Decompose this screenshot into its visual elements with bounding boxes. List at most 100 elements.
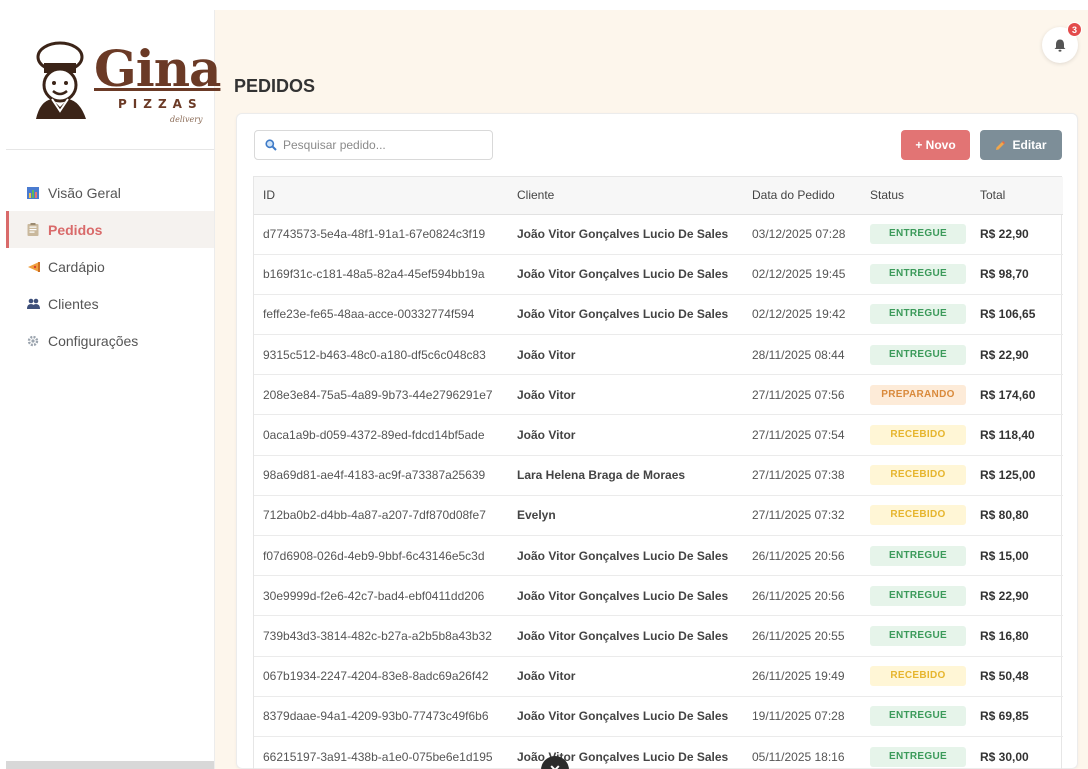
client-name-cell: Evelyn [508,495,743,537]
table-row[interactable]: b169f31c-c181-48a5-82a4-45ef594bb19a João… [254,254,1063,295]
column-header-date[interactable]: Data do Pedido [743,177,861,215]
order-id-cell: 0aca1a9b-d059-4372-89ed-fdcd14bf5ade [254,414,508,456]
order-date-cell: 03/12/2025 07:28 [743,214,861,255]
status-cell: ENTREGUE [861,214,971,255]
sidebar-item-cardapio[interactable]: Cardápio [6,248,214,285]
status-cell: ENTREGUE [861,294,971,336]
status-cell: ENTREGUE [861,696,971,737]
order-date-cell: 19/11/2025 07:28 [743,696,861,737]
sidebar-item-visao-geral[interactable]: Visão Geral [6,174,214,211]
order-date-cell: 27/11/2025 07:38 [743,455,861,496]
table-row[interactable]: 067b1934-2247-4204-83e8-8adc69a26f42 João… [254,656,1063,697]
sidebar-item-label: Configurações [48,332,139,349]
status-cell: ENTREGUE [861,254,971,295]
table-row[interactable]: 712ba0b2-d4bb-4a87-a207-7df870d08fe7 Evel… [254,495,1063,537]
order-total-cell: R$ 22,90 [971,214,1063,255]
notifications-button[interactable]: 3 [1042,22,1082,63]
order-id-cell: 067b1934-2247-4204-83e8-8adc69a26f42 [254,656,508,697]
search-icon [265,139,277,151]
order-total-cell: R$ 22,90 [971,334,1063,376]
sidebar: Gina PIZZAS delivery Visão Geral Pedidos… [6,10,221,769]
client-name-cell: João Vitor [508,334,743,376]
order-id-cell: b169f31c-c181-48a5-82a4-45ef594bb19a [254,254,508,295]
order-id-cell: f07d6908-026d-4eb9-9bbf-6c43146e5c3d [254,535,508,577]
gear-icon [26,334,40,348]
table-row[interactable]: 208e3e84-75a5-4a89-9b73-44e2796291e7 João… [254,374,1063,416]
order-id-cell: 98a69d81-ae4f-4183-ac9f-a73387a25639 [254,455,508,496]
client-name-cell: João Vitor Gonçalves Lucio De Sales [508,696,743,737]
order-id-cell: 30e9999d-f2e6-42c7-bad4-ebf0411dd206 [254,575,508,617]
order-total-cell: R$ 98,70 [971,254,1063,295]
sidebar-item-pedidos[interactable]: Pedidos [6,211,214,248]
sidebar-item-label: Visão Geral [48,184,121,201]
search-box[interactable] [254,130,493,160]
search-input[interactable] [283,138,483,152]
status-cell: ENTREGUE [861,575,971,617]
notification-count-badge: 3 [1067,22,1082,37]
table-row[interactable]: 30e9999d-f2e6-42c7-bad4-ebf0411dd206 João… [254,575,1063,617]
new-order-button[interactable]: + Novo [901,130,970,160]
status-badge: RECEBIDO [870,666,966,687]
sidebar-item-clientes[interactable]: Clientes [6,285,214,322]
client-name-cell: João Vitor [508,374,743,416]
table-row[interactable]: 0aca1a9b-d059-4372-89ed-fdcd14bf5ade João… [254,414,1063,456]
table-row[interactable]: f07d6908-026d-4eb9-9bbf-6c43146e5c3d João… [254,535,1063,577]
table-row[interactable]: 9315c512-b463-48c0-a180-df5c6c048c83 João… [254,334,1063,376]
column-header-status[interactable]: Status [861,177,971,215]
status-badge: RECEBIDO [870,465,966,486]
column-header-id[interactable]: ID [254,177,508,215]
pencil-icon [995,140,1006,151]
order-total-cell: R$ 106,65 [971,294,1063,336]
client-name-cell: João Vitor Gonçalves Lucio De Sales [508,254,743,295]
table-row[interactable]: 739b43d3-3814-482c-b27a-a2b5b8a43b32 João… [254,615,1063,657]
table-row[interactable]: d7743573-5e4a-48f1-91a1-67e0824c3f19 João… [254,214,1063,255]
status-badge: ENTREGUE [870,224,966,245]
status-cell: RECEBIDO [861,414,971,456]
pizza-slice-icon [26,260,40,274]
sidebar-item-configuracoes[interactable]: Configurações [6,322,214,359]
table-row[interactable]: 98a69d81-ae4f-4183-ac9f-a73387a25639 Lara… [254,455,1063,496]
table-row[interactable]: feffe23e-fe65-48aa-acce-00332774f594 João… [254,294,1063,336]
order-id-cell: 712ba0b2-d4bb-4a87-a207-7df870d08fe7 [254,495,508,537]
order-date-cell: 27/11/2025 07:56 [743,374,861,416]
order-total-cell: R$ 22,90 [971,575,1063,617]
client-name-cell: João Vitor [508,414,743,456]
chart-icon [26,186,40,200]
sidebar-item-label: Clientes [48,295,99,312]
logo[interactable]: Gina PIZZAS delivery [30,35,221,125]
orders-panel: + Novo Editar ID Cliente Data do Pedido … [236,113,1078,769]
table-row[interactable]: 66215197-3a91-438b-a1e0-075be6e1d195 João… [254,736,1063,769]
order-date-cell: 28/11/2025 08:44 [743,334,861,376]
order-total-cell: R$ 174,60 [971,374,1063,416]
status-badge: ENTREGUE [870,545,966,566]
status-cell: PREPARANDO [861,374,971,416]
clipboard-icon [26,223,40,237]
users-icon [26,297,40,311]
orders-table-container: ID Cliente Data do Pedido Status Total d… [253,176,1063,769]
status-badge: ENTREGUE [870,746,966,767]
status-cell: ENTREGUE [861,535,971,577]
order-date-cell: 02/12/2025 19:42 [743,294,861,336]
bell-icon [1054,39,1066,52]
order-id-cell: 66215197-3a91-438b-a1e0-075be6e1d195 [254,736,508,769]
status-cell: ENTREGUE [861,736,971,769]
client-name-cell: João Vitor Gonçalves Lucio De Sales [508,294,743,336]
client-name-cell: João Vitor Gonçalves Lucio De Sales [508,214,743,255]
status-cell: ENTREGUE [861,334,971,376]
order-date-cell: 26/11/2025 19:49 [743,656,861,697]
status-cell: RECEBIDO [861,495,971,537]
window-top-edge [0,0,1088,10]
column-header-total[interactable]: Total [971,177,1063,215]
order-date-cell: 02/12/2025 19:45 [743,254,861,295]
order-id-cell: feffe23e-fe65-48aa-acce-00332774f594 [254,294,508,336]
status-badge: RECEBIDO [870,505,966,526]
logo-area: Gina PIZZAS delivery [6,10,221,150]
order-id-cell: d7743573-5e4a-48f1-91a1-67e0824c3f19 [254,214,508,255]
edit-order-button[interactable]: Editar [980,130,1062,160]
table-row[interactable]: 8379daae-94a1-4209-93b0-77473c49f6b6 João… [254,696,1063,737]
status-badge: ENTREGUE [870,304,966,325]
orders-table: ID Cliente Data do Pedido Status Total d… [254,177,1063,769]
status-badge: ENTREGUE [870,706,966,727]
column-header-client[interactable]: Cliente [508,177,743,215]
sidebar-scrollbar[interactable] [6,761,214,769]
